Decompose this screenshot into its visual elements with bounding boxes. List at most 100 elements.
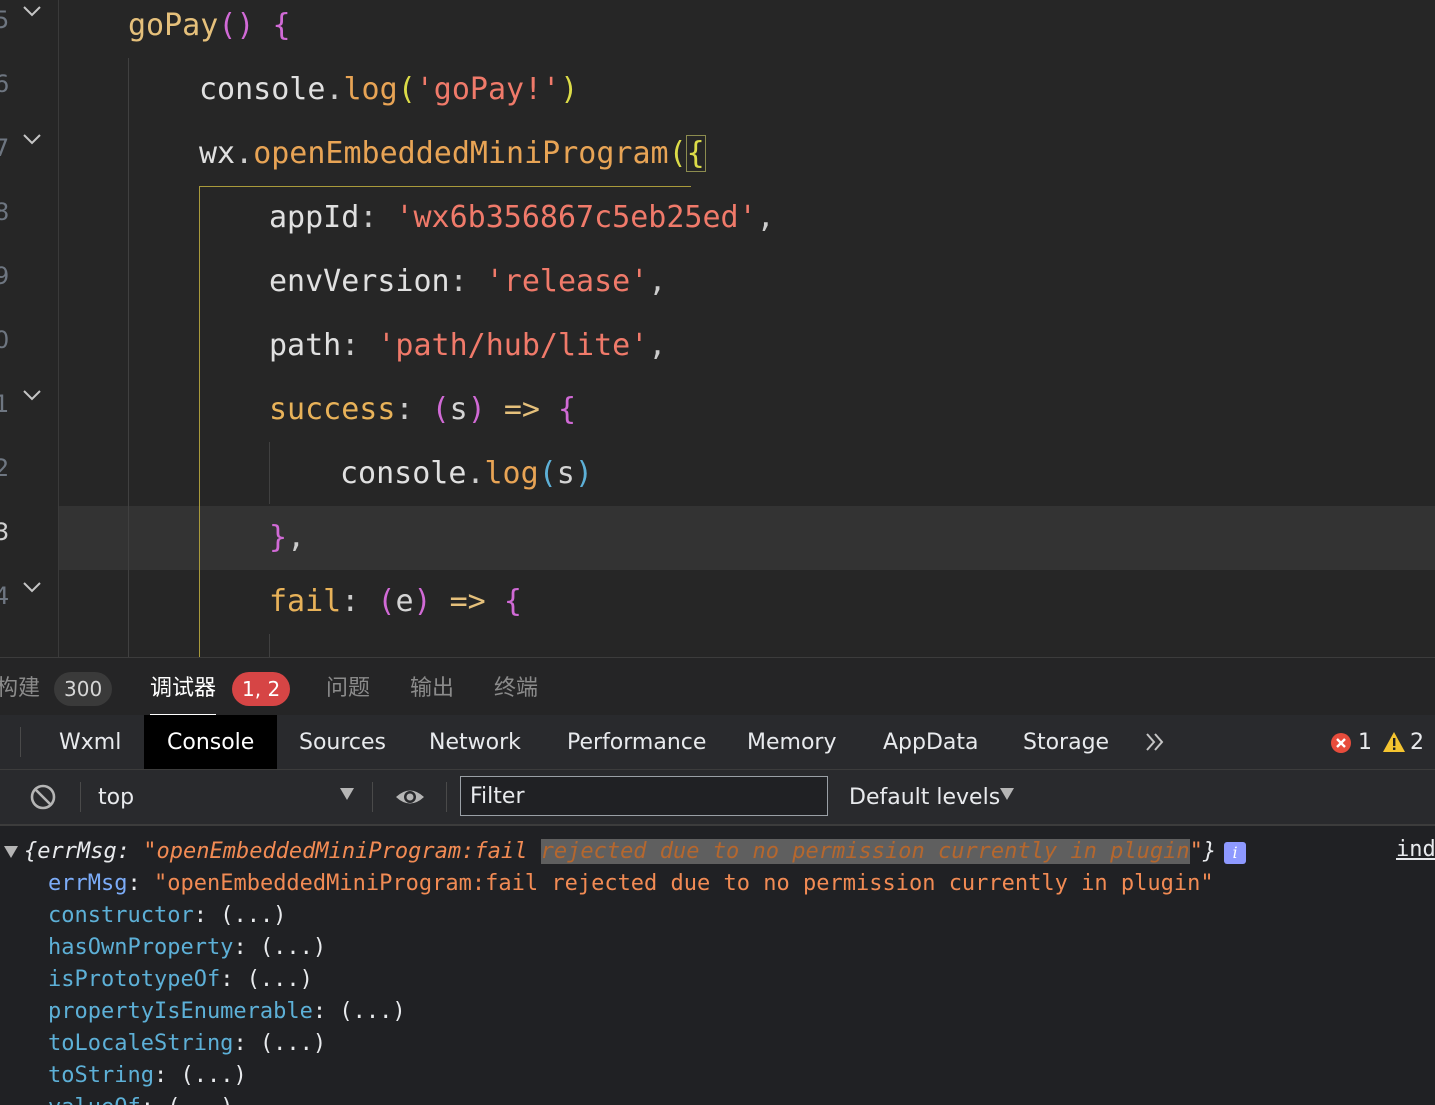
bottom-panel-tabs: 构建 300 调试器 1, 2 问题 输出 终端	[0, 657, 1435, 716]
identifier: console	[340, 456, 467, 491]
tab-wxml[interactable]: Wxml	[36, 715, 144, 769]
property-row[interactable]: isPrototypeOf: (...)	[48, 964, 313, 996]
code-editor[interactable]: 5 6 7 8 9 0 1 2 3 4 goPay() { console.lo…	[0, 0, 1435, 657]
property-value: (...)	[259, 935, 327, 960]
code-line: appId: 'wx6b356867c5eb25ed',	[269, 186, 775, 250]
property-row[interactable]: constructor: (...)	[48, 900, 286, 932]
more-tabs-chevron-icon[interactable]	[1142, 729, 1168, 759]
paren: )	[560, 72, 579, 107]
line-number: 7	[0, 134, 10, 162]
colon: :	[341, 584, 360, 619]
selected-text: rejected due to no permission currently …	[540, 839, 1190, 864]
method-name: log	[484, 456, 539, 491]
code-line: fail: (e) => {	[269, 570, 522, 634]
tab-problems[interactable]: 问题	[326, 658, 370, 716]
property-row[interactable]: toLocaleString: (...)	[48, 1028, 326, 1060]
property-row[interactable]: toString: (...)	[48, 1060, 247, 1092]
tab-appdata[interactable]: AppData	[860, 715, 1002, 769]
paren: (	[668, 136, 687, 171]
line-number: 2	[0, 454, 10, 482]
comma: ,	[648, 264, 667, 299]
method-name: log	[343, 72, 398, 107]
line-number: 0	[0, 326, 10, 354]
brace: {	[272, 8, 291, 43]
paren: )	[413, 584, 432, 619]
log-levels-dropdown[interactable]: Default levels	[849, 782, 1000, 814]
indent-guide	[128, 58, 129, 657]
code-line: path: 'path/hub/lite',	[269, 314, 666, 378]
fold-chevron-icon[interactable]	[22, 580, 42, 594]
paren: (	[431, 392, 450, 427]
levels-dropdown-arrow-icon[interactable]	[1000, 788, 1014, 800]
tab-terminal[interactable]: 终端	[494, 658, 538, 716]
fold-chevron-icon[interactable]	[22, 388, 42, 402]
source-link[interactable]: ind	[1396, 834, 1435, 866]
line-number: 6	[0, 70, 10, 98]
property-name: valueOf	[48, 1095, 141, 1105]
context-dropdown-arrow-icon[interactable]	[340, 788, 354, 800]
fold-chevron-icon[interactable]	[22, 4, 42, 18]
property-row[interactable]: valueOf: (...)	[48, 1092, 233, 1105]
tab-memory[interactable]: Memory	[724, 715, 859, 769]
info-icon[interactable]: i	[1224, 842, 1246, 864]
object-summary[interactable]: {errMsg: "openEmbeddedMiniProgram:fail r…	[24, 836, 1216, 868]
property-name: isPrototypeOf	[48, 967, 221, 992]
tab-build[interactable]: 构建	[0, 658, 40, 716]
current-line-highlight	[59, 506, 1435, 570]
clear-console-icon[interactable]	[28, 782, 58, 816]
brace: {	[24, 839, 38, 864]
context-selector[interactable]: top	[98, 782, 134, 814]
line-number-current: 3	[0, 518, 10, 546]
property-row[interactable]: propertyIsEnumerable: (...)	[48, 996, 406, 1028]
arrow-operator: =>	[449, 584, 486, 619]
comma: ,	[756, 200, 775, 235]
property-key: path	[269, 328, 342, 363]
string-literal: 'path/hub/lite'	[377, 328, 649, 363]
warning-count[interactable]: 2	[1410, 729, 1424, 757]
error-count[interactable]: 1	[1358, 729, 1372, 757]
dot: .	[466, 456, 485, 491]
console-toolbar: top Default levels	[0, 770, 1435, 826]
eye-icon[interactable]	[394, 784, 426, 814]
property-row[interactable]: hasOwnProperty: (...)	[48, 932, 326, 964]
brace: {	[558, 392, 577, 427]
colon: :	[341, 328, 360, 363]
identifier: console	[199, 72, 326, 107]
function-name: goPay	[128, 8, 219, 43]
tab-console[interactable]: Console	[144, 715, 278, 769]
fold-chevron-icon[interactable]	[22, 132, 42, 146]
colon: :	[116, 839, 144, 864]
tab-storage[interactable]: Storage	[1000, 715, 1132, 769]
property-name: constructor	[48, 903, 194, 928]
warning-icon[interactable]	[1382, 731, 1406, 757]
parameter: s	[556, 456, 575, 491]
filter-input[interactable]	[461, 777, 827, 815]
colon: :	[359, 200, 378, 235]
code-line: envVersion: 'release',	[269, 250, 666, 314]
summary-key: errMsg	[37, 839, 117, 864]
tab-network[interactable]: Network	[406, 715, 544, 769]
string-literal: 'goPay!'	[415, 72, 561, 107]
tab-performance[interactable]: Performance	[544, 715, 729, 769]
editor-gutter: 5 6 7 8 9 0 1 2 3 4	[0, 0, 59, 657]
property-name: toLocaleString	[48, 1031, 234, 1056]
property-value: (...)	[180, 1063, 247, 1088]
property-value: "openEmbeddedMiniProgram:fail rejected d…	[153, 871, 1214, 896]
property-value: (...)	[246, 967, 313, 992]
expand-triangle-icon[interactable]	[4, 846, 18, 858]
summary-string: "openEmbeddedMiniProgram:fail	[143, 839, 541, 864]
paren: ()	[218, 8, 255, 43]
tab-debugger[interactable]: 调试器	[150, 658, 216, 716]
property-name: hasOwnProperty	[48, 935, 234, 960]
property-value: (...)	[220, 903, 287, 928]
brace: {	[503, 584, 522, 619]
line-number: 1	[0, 390, 10, 418]
line-number: 5	[0, 6, 10, 34]
line-number: 4	[0, 582, 10, 610]
property-key: success	[269, 392, 396, 427]
filter-box	[460, 776, 828, 816]
tab-sources[interactable]: Sources	[276, 715, 409, 769]
tab-output[interactable]: 输出	[410, 658, 454, 716]
error-icon[interactable]	[1330, 732, 1352, 758]
method-name: openEmbeddedMiniProgram	[253, 136, 669, 171]
